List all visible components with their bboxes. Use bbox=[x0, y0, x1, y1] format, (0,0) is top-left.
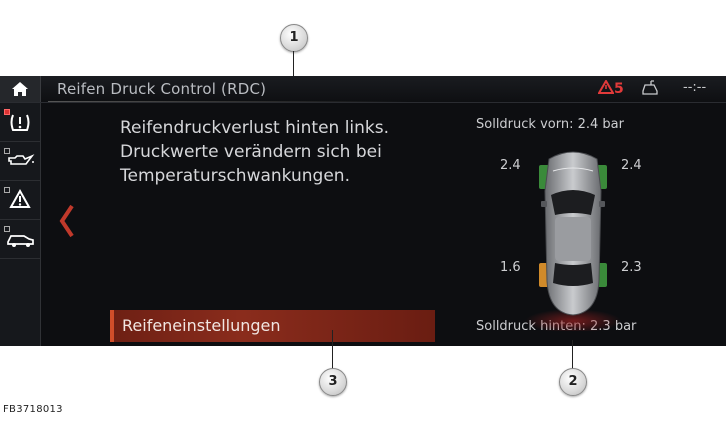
callout-marker: 1 bbox=[280, 24, 308, 52]
sidebar-item-oil[interactable] bbox=[0, 142, 40, 181]
top-bar: Reifen Druck Control (RDC) 5 --:-- bbox=[0, 76, 726, 103]
tire-settings-button[interactable]: Reifeneinstellungen bbox=[110, 310, 435, 342]
page-title: Reifen Druck Control (RDC) bbox=[57, 80, 267, 98]
clock: --:-- bbox=[683, 80, 707, 95]
callout-line bbox=[332, 330, 333, 370]
home-icon bbox=[12, 82, 28, 96]
setpoint-front: Solldruck vorn: 2.4 bar bbox=[476, 117, 624, 132]
message-line: Druckwerte verändern sich bei bbox=[120, 142, 382, 162]
car-status-icon bbox=[642, 80, 658, 95]
warning-triangle-icon bbox=[597, 79, 615, 94]
warning-status: 5 bbox=[597, 79, 624, 97]
idrive-screen: Reifen Druck Control (RDC) 5 --:-- Reife… bbox=[0, 76, 726, 346]
callout-marker: 2 bbox=[559, 368, 587, 396]
vehicle-status bbox=[640, 79, 660, 101]
message-line: Temperaturschwankungen. bbox=[120, 166, 350, 186]
sidebar-item-tire-pressure[interactable] bbox=[0, 103, 40, 142]
warning-count: 5 bbox=[614, 81, 624, 97]
tire-warning-message: Reifendruckverlust hinten links. Druckwe… bbox=[120, 116, 460, 188]
car-top-view bbox=[525, 151, 621, 331]
back-button[interactable] bbox=[58, 204, 76, 242]
home-button[interactable] bbox=[0, 76, 41, 102]
callout-line bbox=[572, 340, 573, 370]
sidebar-item-vehicle[interactable] bbox=[0, 220, 40, 259]
title-divider bbox=[48, 101, 408, 102]
figure-code: FB3718013 bbox=[3, 404, 63, 415]
chevron-left-icon bbox=[59, 204, 74, 238]
sidebar bbox=[0, 103, 41, 346]
message-line: Reifendruckverlust hinten links. bbox=[120, 118, 390, 138]
sidebar-item-warnings[interactable] bbox=[0, 181, 40, 220]
tire-settings-label: Reifeneinstellungen bbox=[122, 316, 281, 335]
callout-marker: 3 bbox=[319, 368, 347, 396]
